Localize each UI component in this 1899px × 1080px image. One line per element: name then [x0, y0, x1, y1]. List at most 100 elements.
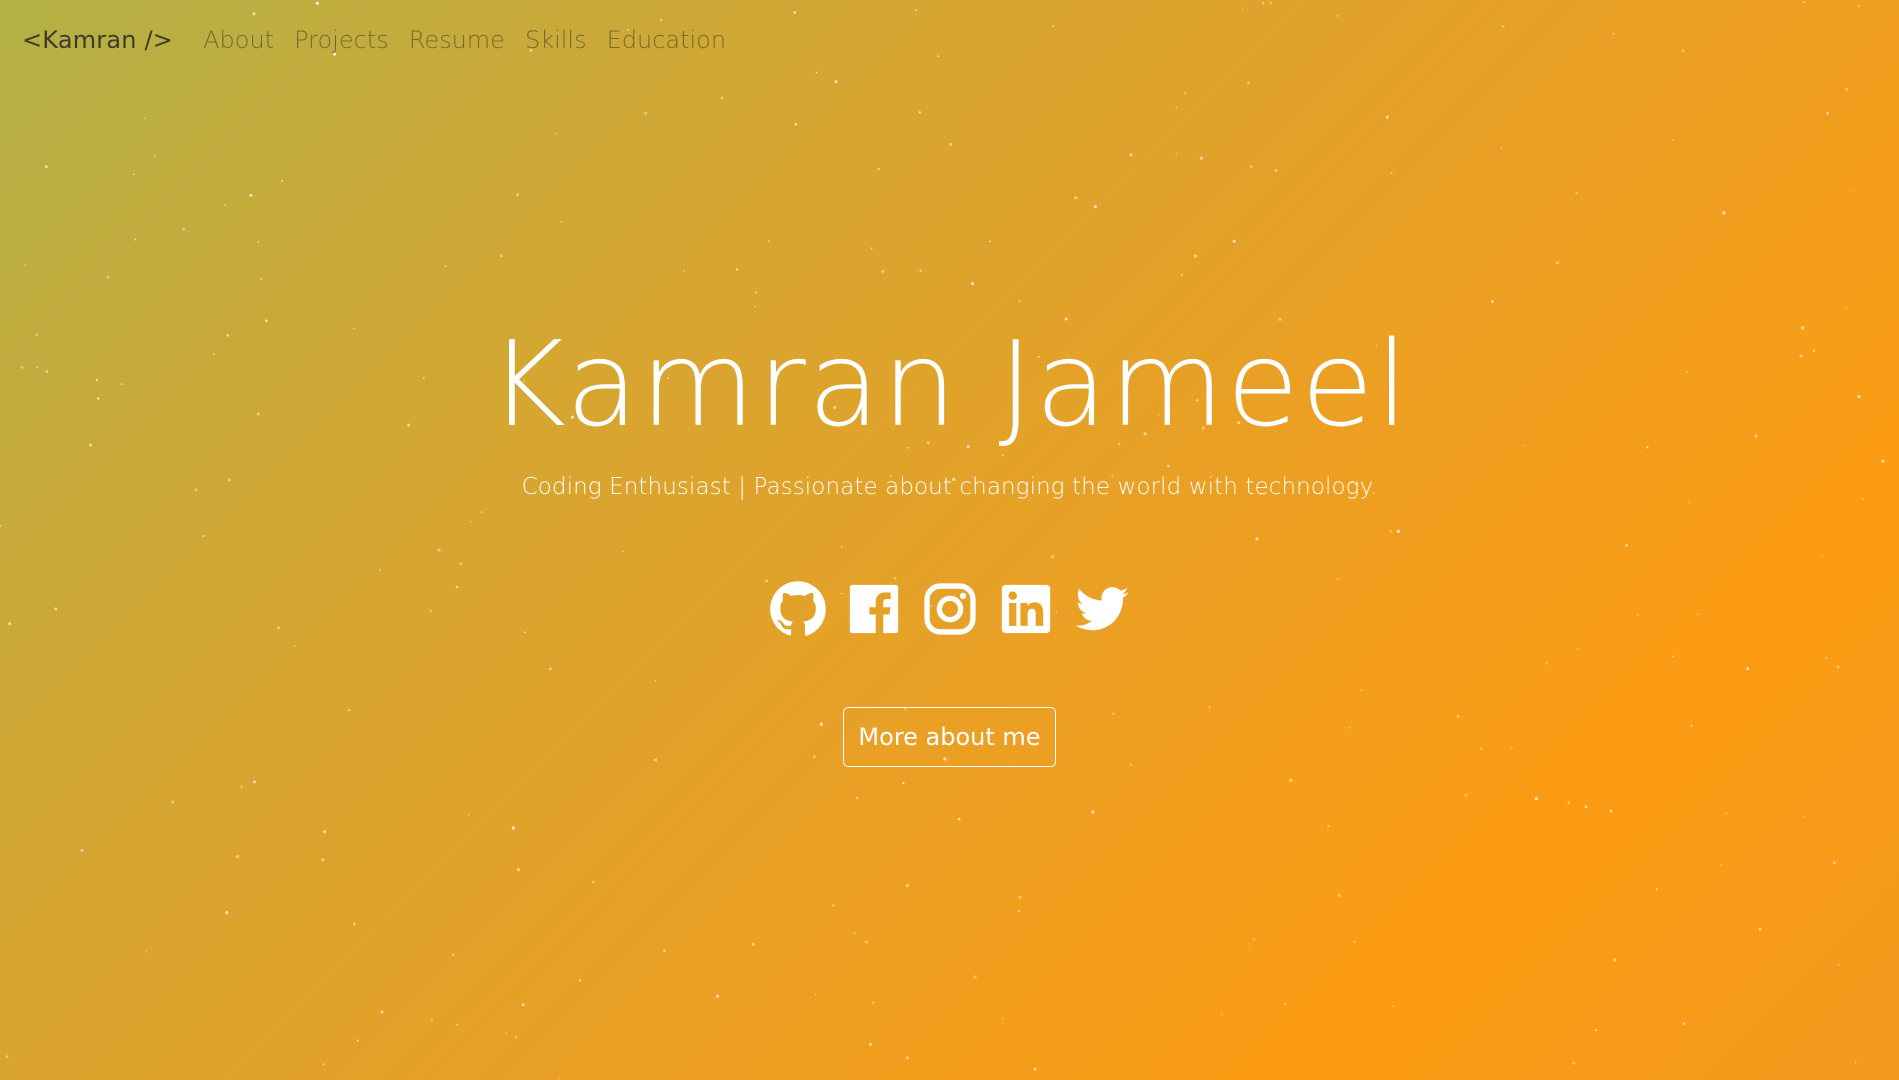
particle-dot: [877, 167, 880, 171]
particle-dot: [1353, 940, 1356, 943]
facebook-icon: [849, 584, 898, 634]
particle-dot: [1112, 712, 1115, 716]
particle-dot: [1555, 261, 1560, 265]
particle-dot: [660, 18, 663, 21]
particle-dot: [348, 709, 351, 712]
particle-dot: [1858, 4, 1860, 7]
brand-logo[interactable]: <Kamran />: [22, 26, 173, 54]
particle-dot: [578, 978, 582, 982]
particle-dot: [957, 817, 961, 821]
particle-dot: [225, 911, 229, 915]
particle-dot: [1269, 2, 1272, 5]
particle-dot: [715, 994, 719, 998]
particle-dot: [1502, 25, 1505, 28]
particle-dot: [1074, 196, 1078, 200]
particle-dot: [5, 1055, 9, 1059]
particle-dot: [1018, 895, 1022, 899]
particle-dot: [794, 122, 798, 126]
nav-link-resume[interactable]: Resume: [409, 26, 505, 54]
particle-dot: [1594, 1029, 1597, 1032]
particle-dot: [1180, 273, 1184, 277]
particle-dot: [1284, 1002, 1287, 1005]
particle-dot: [654, 758, 657, 762]
particle-dot: [1289, 778, 1293, 782]
particle-dot: [145, 950, 148, 953]
nav-link-skills[interactable]: Skills: [525, 26, 587, 54]
particle-dot: [202, 534, 205, 538]
particle-dot: [621, 550, 624, 553]
linkedin-link[interactable]: [997, 580, 1055, 638]
particle-dot: [1683, 1022, 1686, 1025]
particle-dot: [973, 975, 977, 979]
particle-dot: [1845, 88, 1849, 92]
nav-link-about[interactable]: About: [203, 26, 274, 54]
particle-dot: [80, 848, 84, 853]
particle-dot: [1129, 153, 1133, 157]
particle-dot: [1655, 888, 1658, 891]
particle-dot: [1612, 32, 1615, 35]
particle-dot: [143, 117, 146, 120]
particle-dot: [1175, 153, 1178, 155]
particle-dot: [171, 800, 175, 804]
particle-dot: [914, 9, 917, 12]
nav-link-education[interactable]: Education: [607, 26, 726, 54]
particle-dot: [356, 1039, 359, 1042]
nav-link-projects[interactable]: Projects: [294, 26, 389, 54]
particle-dot: [315, 1, 319, 5]
twitter-link[interactable]: [1073, 580, 1131, 638]
particle-dot: [868, 1042, 873, 1046]
particle-dot: [754, 291, 758, 294]
particle-dot: [1392, 1005, 1395, 1008]
particle-dot: [937, 55, 940, 58]
particle-dot: [280, 179, 284, 182]
particle-dot: [834, 79, 838, 84]
particle-dot: [1837, 963, 1840, 966]
particle-dot: [294, 645, 296, 647]
github-link[interactable]: [769, 580, 827, 638]
particle-dot: [1826, 111, 1829, 115]
particle-dot: [380, 1010, 384, 1014]
instagram-link[interactable]: [921, 580, 979, 638]
particle-dot: [1490, 300, 1494, 303]
hero-section: Kamran Jameel Coding Enthusiast | Passio…: [0, 325, 1899, 500]
particle-dot: [1199, 156, 1203, 160]
particle-dot: [468, 814, 470, 816]
particle-dot: [240, 785, 244, 789]
particle-dot: [1175, 106, 1178, 109]
particle-dot: [919, 269, 922, 272]
particle-dot: [1018, 300, 1021, 303]
particle-dot: [323, 830, 326, 834]
particle-dot: [1221, 1013, 1223, 1016]
particle-dot: [1093, 205, 1097, 209]
hero-name: Kamran Jameel: [488, 315, 1411, 453]
facebook-link[interactable]: [845, 580, 903, 638]
particle-dot: [252, 12, 256, 16]
particle-dot: [1390, 172, 1393, 174]
particle-dot: [1261, 2, 1265, 5]
particle-dot: [1688, 501, 1691, 504]
particle-dot: [1671, 655, 1674, 658]
particle-background: [0, 0, 1885, 1080]
particle-dot: [832, 904, 835, 907]
particle-dot: [134, 238, 137, 241]
particle-dot: [918, 111, 922, 114]
particle-dot: [516, 193, 520, 197]
particle-dot: [1803, 815, 1806, 818]
particle-dot: [906, 884, 909, 887]
more-about-me-button[interactable]: More about me: [843, 707, 1056, 767]
particle-dot: [1609, 809, 1613, 813]
particle-dot: [870, 247, 873, 250]
particle-dot: [902, 782, 905, 785]
particle-dot: [549, 667, 552, 671]
particle-dot: [736, 268, 739, 271]
particle-dot: [44, 165, 48, 169]
particle-dot: [1836, 665, 1840, 669]
particle-dot: [1208, 706, 1211, 709]
particle-dot: [683, 269, 686, 272]
particle-dot: [378, 568, 382, 571]
particle-dot: [1567, 801, 1571, 804]
particle-dot: [663, 949, 667, 953]
particle-dot: [1725, 812, 1728, 815]
hero-tagline: Coding Enthusiast | Passionate about cha…: [521, 474, 1378, 500]
particle-dot: [259, 277, 263, 281]
